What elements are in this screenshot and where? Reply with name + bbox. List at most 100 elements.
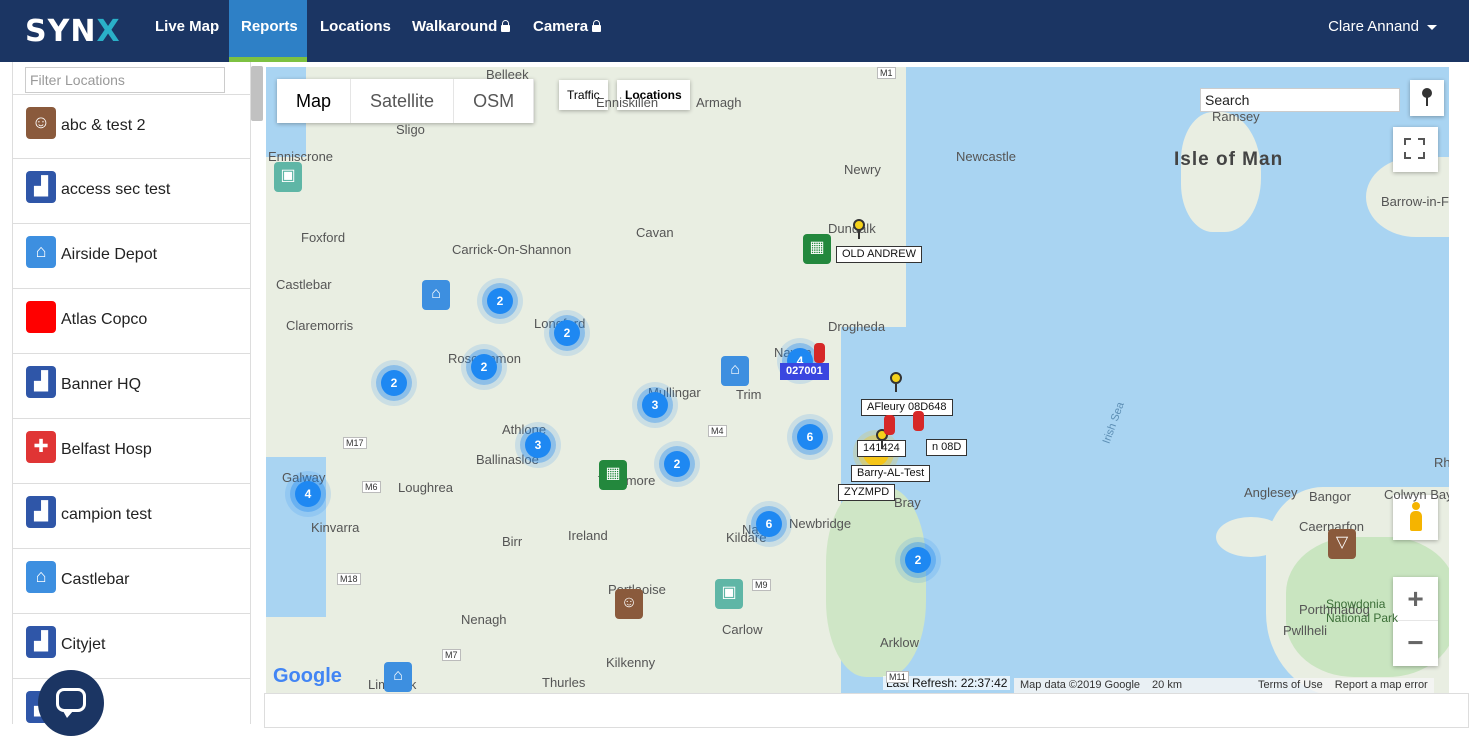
marker-cluster[interactable]: 2 bbox=[905, 547, 931, 573]
nav-reports[interactable]: Reports bbox=[229, 0, 307, 62]
location-label: Banner HQ bbox=[61, 376, 142, 393]
live-map[interactable]: Map Satellite OSM Traffic Locations + − … bbox=[266, 67, 1449, 693]
drop-pin-button[interactable] bbox=[1410, 80, 1444, 116]
vehicle-label[interactable]: OLD ANDREW bbox=[836, 246, 922, 263]
map-type-satellite[interactable]: Satellite bbox=[351, 79, 455, 123]
sidebar-scrollbar[interactable] bbox=[251, 66, 263, 121]
map-place-label: Barrow-in-F bbox=[1381, 194, 1449, 209]
location-list-item[interactable]: ⌂ Airside Depot bbox=[13, 224, 250, 289]
terms-link[interactable]: Terms of Use bbox=[1252, 678, 1329, 693]
marker-cluster[interactable]: 2 bbox=[664, 451, 690, 477]
home-icon: ⌂ bbox=[26, 236, 56, 268]
map-place-label: Ramsey bbox=[1212, 109, 1260, 124]
map-type-map[interactable]: Map bbox=[277, 79, 352, 123]
marker-cluster[interactable]: 6 bbox=[797, 424, 823, 450]
fullscreen-icon bbox=[1404, 138, 1411, 145]
farm-icon-glyph: ▦ bbox=[809, 239, 825, 256]
location-list-item[interactable]: ⌂ Castlebar bbox=[13, 549, 250, 614]
vehicle-pin-icon[interactable] bbox=[853, 219, 865, 239]
robot-icon-glyph: ☺ bbox=[620, 594, 638, 611]
pegman-icon bbox=[1410, 502, 1422, 532]
google-logo[interactable]: Google bbox=[273, 665, 342, 688]
location-list-item[interactable]: ☺ abc & test 2 bbox=[13, 94, 250, 159]
chat-icon bbox=[56, 688, 86, 718]
marker-cluster[interactable]: 6 bbox=[756, 511, 782, 537]
shop-icon-glyph: ▣ bbox=[280, 167, 296, 184]
scale-bar bbox=[1188, 678, 1252, 693]
hospital-icon: ✚ bbox=[26, 431, 56, 463]
nav-camera-label: Camera bbox=[533, 18, 589, 35]
zoom-out-button[interactable]: − bbox=[1393, 621, 1438, 665]
top-navbar: SYNX Live Map Reports Locations Walkarou… bbox=[0, 0, 1469, 62]
chat-button[interactable] bbox=[38, 670, 104, 736]
map-place-label: Newcastle bbox=[956, 149, 1016, 164]
location-list-item[interactable]: ✚ Belfast Hosp bbox=[13, 419, 250, 484]
location-label: Belfast Hosp bbox=[61, 441, 152, 458]
shop-icon[interactable]: ▣ bbox=[715, 579, 743, 609]
fullscreen-button[interactable] bbox=[1393, 127, 1438, 172]
map-type-osm[interactable]: OSM bbox=[454, 79, 535, 123]
nav-live-map[interactable]: Live Map bbox=[143, 0, 231, 62]
marker-cluster[interactable]: 2 bbox=[381, 370, 407, 396]
shield-icon[interactable]: ▽ bbox=[1328, 529, 1356, 559]
farm-icon[interactable]: ▦ bbox=[599, 460, 627, 490]
nav-walkaround[interactable]: Walkaround bbox=[400, 0, 522, 62]
vehicle-label[interactable]: 027001 bbox=[780, 363, 829, 380]
factory-icon: ▟ bbox=[26, 171, 56, 203]
anglesey-land bbox=[1216, 517, 1286, 557]
chevron-down-icon bbox=[1427, 24, 1437, 30]
vehicle-pin-icon[interactable] bbox=[890, 372, 902, 392]
fullscreen-icon bbox=[1418, 138, 1425, 145]
marker-cluster[interactable]: 2 bbox=[554, 320, 580, 346]
map-scale[interactable]: 20 km bbox=[1146, 678, 1188, 693]
robot-icon[interactable]: ☺ bbox=[615, 589, 643, 619]
shop-icon[interactable]: ▣ bbox=[274, 162, 302, 192]
marker-cluster[interactable]: 4 bbox=[295, 481, 321, 507]
synx-logo[interactable]: SYNX bbox=[25, 14, 121, 49]
location-label: Cityjet bbox=[61, 636, 106, 653]
car-icon[interactable] bbox=[884, 415, 895, 435]
map-place-label: Pwllheli bbox=[1283, 623, 1328, 638]
farm-icon-glyph: ▦ bbox=[605, 465, 621, 482]
location-list-item[interactable]: ▟ campion test bbox=[13, 484, 250, 549]
factory-icon-glyph: ▟ bbox=[34, 631, 48, 651]
vehicle-label[interactable]: AFleury 08D648 bbox=[861, 399, 953, 416]
lock-icon bbox=[501, 20, 511, 32]
home-icon[interactable]: ⌂ bbox=[422, 280, 450, 310]
filter-locations-input[interactable] bbox=[25, 67, 225, 93]
map-place-label: Bray bbox=[894, 495, 921, 510]
farm-icon[interactable]: ▦ bbox=[803, 234, 831, 264]
home-icon-glyph: ⌂ bbox=[393, 667, 403, 684]
nav-locations[interactable]: Locations bbox=[308, 0, 403, 62]
car-icon[interactable] bbox=[814, 343, 825, 363]
map-place-label: Newry bbox=[844, 162, 881, 177]
car-icon[interactable] bbox=[913, 411, 924, 431]
map-place-label: Rhyl bbox=[1434, 455, 1449, 470]
location-list-item[interactable]: Atlas Copco bbox=[13, 289, 250, 354]
road-shield: M6 bbox=[362, 481, 381, 493]
nav-camera[interactable]: Camera bbox=[521, 0, 613, 62]
user-menu[interactable]: Clare Annand bbox=[1328, 18, 1437, 35]
marker-cluster[interactable]: 2 bbox=[471, 354, 497, 380]
marker-cluster[interactable]: 3 bbox=[525, 432, 551, 458]
home-icon-glyph: ⌂ bbox=[730, 361, 740, 378]
location-list-item[interactable]: ▟ Banner HQ bbox=[13, 354, 250, 419]
map-place-label: Carrick-On-Shannon bbox=[452, 242, 572, 257]
location-list-item[interactable]: ▟ access sec test bbox=[13, 159, 250, 224]
fullscreen-icon bbox=[1404, 152, 1411, 159]
vehicle-label[interactable]: Barry-AL-Test bbox=[851, 465, 931, 482]
location-list-item[interactable]: ▟ Cityjet bbox=[13, 614, 250, 679]
vehicle-label[interactable]: n 08D bbox=[926, 439, 968, 456]
factory-icon: ▟ bbox=[26, 366, 56, 398]
home-icon[interactable]: ⌂ bbox=[721, 356, 749, 386]
locations-sidebar: ☺ abc & test 2 ▟ access sec test ⌂ Airside De… bbox=[12, 62, 251, 724]
map-place-label: Arklow bbox=[880, 635, 920, 650]
home-icon-glyph: ⌂ bbox=[431, 285, 441, 302]
marker-cluster[interactable]: 3 bbox=[642, 392, 668, 418]
road-shield: M1 bbox=[877, 67, 896, 79]
home-icon[interactable]: ⌂ bbox=[384, 662, 412, 692]
report-error-link[interactable]: Report a map error bbox=[1329, 678, 1434, 693]
marker-cluster[interactable]: 2 bbox=[487, 288, 513, 314]
vehicle-label[interactable]: ZYZMPD bbox=[838, 484, 896, 501]
lock-icon bbox=[592, 20, 602, 32]
